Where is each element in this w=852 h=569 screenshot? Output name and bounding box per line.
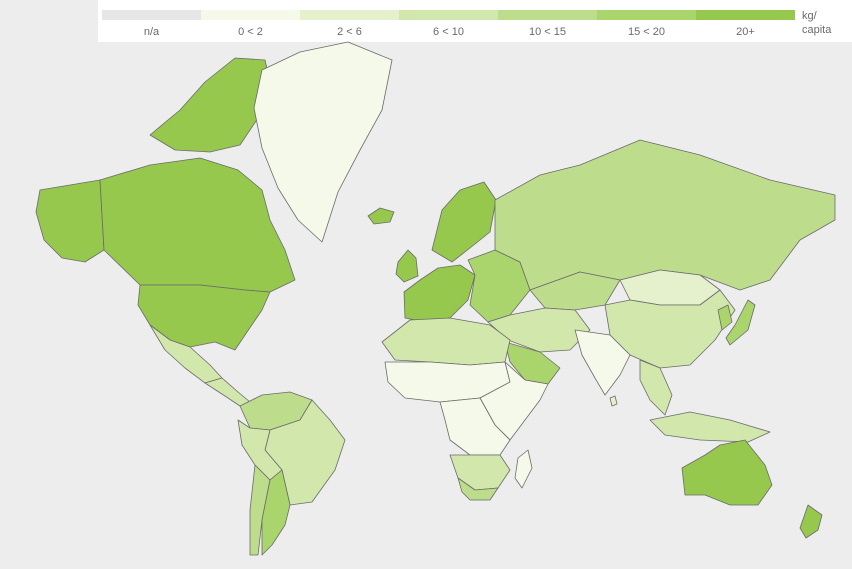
region-central-america[interactable] — [204, 377, 251, 407]
region-iceland[interactable] — [367, 207, 395, 225]
region-scandinavia[interactable] — [431, 181, 497, 263]
region-madagascar[interactable] — [514, 449, 533, 489]
region-indonesia[interactable] — [649, 411, 771, 443]
world-map — [35, 41, 836, 556]
region-arctic-islands[interactable] — [149, 57, 273, 153]
region-sri-lanka[interactable] — [609, 395, 618, 407]
region-canada[interactable] — [99, 157, 296, 293]
region-alaska[interactable] — [35, 179, 105, 263]
region-australia[interactable] — [681, 439, 773, 506]
region-greenland[interactable] — [253, 41, 393, 243]
region-southeast-asia[interactable] — [639, 359, 673, 416]
region-southern-africa[interactable] — [449, 454, 511, 491]
region-russia[interactable] — [494, 139, 836, 291]
region-new-zealand[interactable] — [799, 504, 823, 539]
region-uk-ireland[interactable] — [395, 249, 419, 283]
region-usa[interactable] — [137, 284, 271, 351]
